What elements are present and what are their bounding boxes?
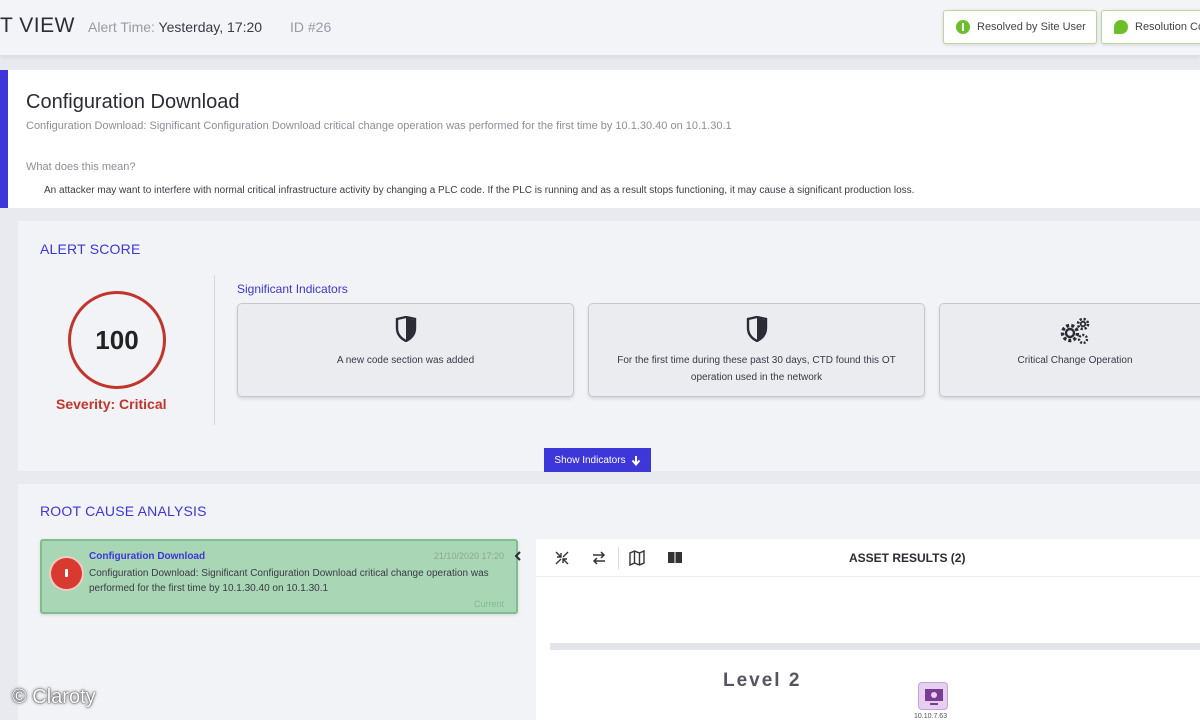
alert-time-label: Alert Time: <box>88 19 155 35</box>
device-ip: 10.10.7.63 <box>914 713 948 720</box>
toolbar-divider <box>618 547 619 569</box>
error-icon <box>51 558 82 589</box>
resolved-icon <box>956 20 970 34</box>
indicator-text: Critical Change Operation <box>1017 355 1133 366</box>
resolution-comment-button[interactable]: Resolution Co <box>1101 10 1200 44</box>
event-description: Configuration Download: Significant Conf… <box>89 568 489 594</box>
indicator-card[interactable]: For the first time during these past 30 … <box>588 303 925 397</box>
arrow-down-icon <box>631 455 640 466</box>
alert-score-panel: ALERT SCORE 100 Severity: Critical Signi… <box>18 221 1200 472</box>
show-indicators-label: Show Indicators <box>554 454 626 466</box>
shield-icon <box>746 316 767 342</box>
alert-time-value: Yesterday, 17:20 <box>158 19 263 35</box>
network-map[interactable]: Level 2 10.10.7.63 <box>550 643 1200 720</box>
alert-score-title: ALERT SCORE <box>40 241 141 257</box>
device-icon[interactable] <box>918 682 948 710</box>
level-label: Level 2 <box>723 670 802 691</box>
meaning-question: What does this mean? <box>26 161 136 173</box>
asset-toolbar: ASSET RESULTS (2) <box>536 539 1200 577</box>
resolved-by-site-user-button[interactable]: Resolved by Site User <box>943 10 1097 44</box>
swap-icon[interactable] <box>590 549 608 567</box>
meaning-answer: An attacker may want to interfere with n… <box>44 185 915 196</box>
event-date: 21/10/2020 17:20 <box>433 551 504 561</box>
event-card[interactable]: Configuration Download 21/10/2020 17:20 … <box>40 539 518 614</box>
chevron-left-icon[interactable] <box>514 551 522 561</box>
alert-time: Alert Time: Yesterday, 17:20 <box>88 19 262 35</box>
indicator-text: For the first time during these past 30 … <box>617 355 896 383</box>
asset-results-title: ASSET RESULTS (2) <box>849 551 966 565</box>
alert-description-card: Configuration Download Configuration Dow… <box>0 70 1200 208</box>
comment-icon <box>1114 20 1128 34</box>
alert-subtitle: Configuration Download: Significant Conf… <box>26 120 732 132</box>
collapse-icon[interactable] <box>553 549 571 567</box>
root-cause-title: ROOT CAUSE ANALYSIS <box>40 503 207 519</box>
page-title: T VIEW <box>0 14 75 37</box>
book-icon[interactable] <box>666 549 684 567</box>
indicator-text: A new code section was added <box>336 355 475 366</box>
divider <box>214 275 215 425</box>
gears-icon <box>1060 317 1090 345</box>
score-ring: 100 <box>68 291 166 389</box>
top-bar: T VIEW Alert Time: Yesterday, 17:20 ID #… <box>0 0 1200 56</box>
shield-icon <box>395 316 416 342</box>
show-indicators-button[interactable]: Show Indicators <box>544 448 651 472</box>
significant-indicators-title: Significant Indicators <box>237 282 348 296</box>
event-status: Current <box>473 599 504 609</box>
severity-label: Severity: Critical <box>56 396 167 412</box>
event-title: Configuration Download <box>89 551 206 562</box>
resolution-button-label: Resolution Co <box>1135 21 1200 33</box>
resolved-button-label: Resolved by Site User <box>977 21 1086 33</box>
indicator-card[interactable]: A new code section was added <box>237 303 574 397</box>
indicator-card[interactable]: Critical Change Operation <box>939 303 1200 397</box>
alert-title: Configuration Download <box>26 91 240 113</box>
asset-results-panel: ASSET RESULTS (2) Level 2 10.10.7.63 <box>536 539 1200 720</box>
watermark: © Claroty <box>12 686 96 708</box>
monitor-icon <box>925 689 943 705</box>
map-icon[interactable] <box>628 549 646 567</box>
alert-id: ID #26 <box>290 19 332 35</box>
root-cause-panel: ROOT CAUSE ANALYSIS Configuration Downlo… <box>18 484 1200 720</box>
